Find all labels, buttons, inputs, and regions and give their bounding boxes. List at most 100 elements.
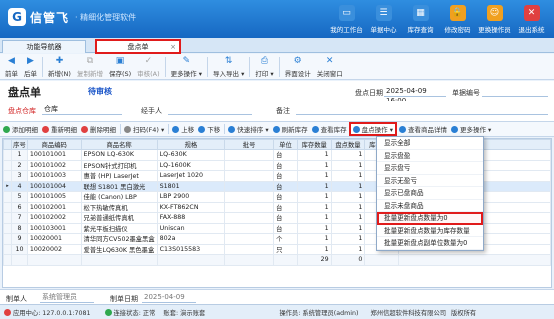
cell-unit[interactable]: 台 bbox=[273, 159, 298, 171]
cell-name[interactable]: 松下热敏传真机 bbox=[80, 201, 158, 213]
cell-name[interactable]: 清华同方CV502墨盒黑盒 bbox=[80, 233, 158, 245]
menu-item-1[interactable]: 显示盘盈 bbox=[377, 150, 483, 162]
toolbar-button-5[interactable]: ✓ 审核(A) bbox=[134, 54, 163, 78]
cell-name[interactable]: 爱普生LQ630K 黑色墨盒 bbox=[80, 243, 158, 255]
grid-tool-10[interactable]: 查看商品详情 bbox=[398, 124, 447, 134]
toolbar-button-6[interactable]: ✎ 更多操作 ▾ bbox=[168, 54, 205, 78]
cell-stock[interactable]: 1 bbox=[296, 149, 332, 161]
cell-unit[interactable]: 台 bbox=[273, 149, 298, 161]
cell-no[interactable]: 2 bbox=[10, 159, 28, 171]
nav-item-3[interactable]: 🔒 修改密码 bbox=[439, 3, 476, 34]
cell-stock[interactable]: 1 bbox=[296, 159, 332, 171]
grid-tool-1[interactable]: 重新明细 bbox=[42, 124, 77, 134]
column-header[interactable]: 序号 bbox=[10, 139, 28, 150]
toolbar-button-10[interactable]: ✕ 关闭窗口 bbox=[314, 54, 346, 78]
cell-code[interactable]: 100103001 bbox=[26, 222, 82, 234]
cell-no[interactable]: 10 bbox=[10, 243, 28, 255]
nav-item-4[interactable]: ☺ 更换操作员 bbox=[476, 3, 513, 34]
cell-no[interactable]: 5 bbox=[10, 191, 28, 203]
cell-count[interactable]: 1 bbox=[330, 170, 366, 182]
cell-spec[interactable]: LaserJet 1020 bbox=[156, 170, 226, 182]
cell-count[interactable]: 1 bbox=[330, 212, 366, 224]
grid-tool-2[interactable]: 删除明细 bbox=[81, 124, 116, 134]
handler-field[interactable] bbox=[168, 104, 252, 115]
cell-batch[interactable] bbox=[224, 170, 275, 182]
cell-count[interactable]: 1 bbox=[330, 233, 366, 245]
grid-tool-6[interactable]: 快速排序 ▾ bbox=[228, 124, 269, 134]
cell-code[interactable]: 10020001 bbox=[26, 233, 82, 245]
toolbar-button-9[interactable]: ⚙ 界面设计 bbox=[282, 54, 314, 78]
cell-unit[interactable]: 个 bbox=[273, 233, 298, 245]
cell-code[interactable]: 100101002 bbox=[26, 159, 82, 171]
cell-spec[interactable]: C13S015583 bbox=[156, 243, 226, 255]
cell-stock[interactable]: 1 bbox=[296, 180, 332, 192]
cell-count[interactable]: 1 bbox=[330, 149, 366, 161]
cell-unit[interactable]: 台 bbox=[273, 191, 298, 203]
menu-item-6[interactable]: 批量更新盘点数量为0 bbox=[377, 212, 483, 225]
cell-batch[interactable] bbox=[224, 233, 275, 245]
cell-name[interactable]: 佳能 (Canon) LBP bbox=[80, 191, 158, 203]
cell-unit[interactable]: 只 bbox=[273, 243, 298, 255]
cell-no[interactable]: 8 bbox=[10, 222, 28, 234]
cell-stock[interactable]: 1 bbox=[296, 243, 332, 255]
cell-stock[interactable]: 1 bbox=[296, 191, 332, 203]
cell-spec[interactable]: FAX-888 bbox=[156, 212, 226, 224]
cell-code[interactable]: 100101001 bbox=[26, 149, 82, 161]
toolbar-button-2[interactable]: ✚ 新增(N) bbox=[45, 54, 74, 78]
toolbar-button-7[interactable]: ⇅ 导入导出 ▾ bbox=[210, 54, 247, 78]
menu-item-3[interactable]: 显示无盈亏 bbox=[377, 175, 483, 187]
toolbar-button-0[interactable]: ◀ 前单 bbox=[2, 54, 21, 78]
column-header[interactable]: 商品编码 bbox=[26, 139, 82, 150]
column-header[interactable]: 盘点数量 bbox=[330, 139, 366, 150]
remark-field[interactable] bbox=[296, 104, 548, 115]
cell-name[interactable]: 联想 S1801 黑白激光 bbox=[80, 180, 158, 192]
cell-name[interactable]: EPSON LQ-630K bbox=[80, 149, 158, 161]
cell-stock[interactable]: 1 bbox=[296, 170, 332, 182]
column-header[interactable]: 批号 bbox=[224, 139, 275, 150]
cell-no[interactable]: 3 bbox=[10, 170, 28, 182]
menu-item-0[interactable]: 显示全部 bbox=[377, 137, 483, 150]
cell-code[interactable]: 100102001 bbox=[26, 201, 82, 213]
cell-spec[interactable]: LBP 2900 bbox=[156, 191, 226, 203]
nav-item-0[interactable]: ▭ 我的工作台 bbox=[328, 3, 365, 34]
grid-tool-0[interactable]: 添加明细 bbox=[3, 124, 38, 134]
cell-code[interactable]: 100101005 bbox=[26, 191, 82, 203]
cell-spec[interactable]: S1801 bbox=[156, 180, 226, 192]
cell-count[interactable]: 1 bbox=[330, 222, 366, 234]
cell-spec[interactable]: 802a bbox=[156, 233, 226, 245]
cell-no[interactable]: 4 bbox=[10, 180, 28, 192]
cell-count[interactable]: 1 bbox=[330, 180, 366, 192]
nav-item-1[interactable]: ☰ 单据中心 bbox=[365, 3, 402, 34]
cell-code[interactable]: 100101003 bbox=[26, 170, 82, 182]
cell-batch[interactable] bbox=[224, 159, 275, 171]
nav-item-2[interactable]: ▦ 库存查询 bbox=[402, 3, 439, 34]
grid-tool-3[interactable]: 扫码(F4) ▾ bbox=[124, 124, 164, 134]
toolbar-button-1[interactable]: ▶ 后单 bbox=[21, 54, 40, 78]
date-field[interactable]: 2025-04-09 16:00 bbox=[384, 86, 446, 105]
cell-batch[interactable] bbox=[224, 222, 275, 234]
column-header[interactable]: 单位 bbox=[273, 139, 298, 150]
cell-count[interactable]: 1 bbox=[330, 201, 366, 213]
cell-count[interactable]: 1 bbox=[330, 159, 366, 171]
grid-tool-8[interactable]: 查看库存 bbox=[311, 124, 347, 134]
toolbar-button-3[interactable]: ⧉ 复制新增 bbox=[74, 54, 106, 78]
cell-spec[interactable]: KX-FT862CN bbox=[156, 201, 226, 213]
grid-tool-7[interactable]: 刷新库存 bbox=[272, 124, 308, 134]
tab-stocktake[interactable]: 盘点单 × bbox=[95, 39, 181, 54]
toolbar-button-4[interactable]: ▣ 保存(S) bbox=[106, 54, 134, 78]
cell-stock[interactable]: 1 bbox=[296, 233, 332, 245]
cell-name[interactable]: 紫光平板扫描仪 bbox=[80, 222, 158, 234]
cell-unit[interactable]: 台 bbox=[273, 222, 298, 234]
cell-name[interactable]: 惠普 (HP) LaserJet bbox=[80, 170, 158, 182]
column-header[interactable]: 库存数量 bbox=[296, 139, 332, 150]
cell-batch[interactable] bbox=[224, 180, 275, 192]
cell-spec[interactable]: LQ-1600K bbox=[156, 159, 226, 171]
column-header[interactable]: 商品名称 bbox=[80, 139, 158, 150]
cell-code[interactable]: 10020002 bbox=[26, 243, 82, 255]
number-field[interactable] bbox=[482, 86, 548, 97]
menu-item-2[interactable]: 显示盘亏 bbox=[377, 162, 483, 175]
cell-unit[interactable]: 台 bbox=[273, 212, 298, 224]
tab-close-icon[interactable]: × bbox=[170, 41, 176, 53]
cell-spec[interactable]: LQ-630K bbox=[156, 149, 226, 161]
menu-item-8[interactable]: 批量更新盘点副单位数量为0 bbox=[377, 237, 483, 250]
